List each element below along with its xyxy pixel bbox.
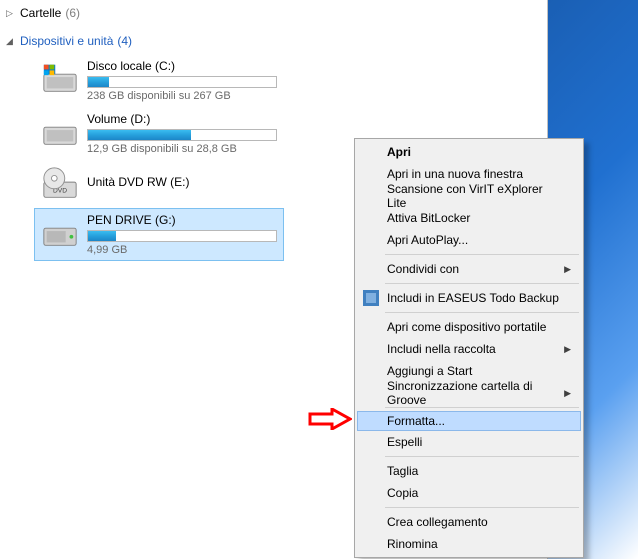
menu-share-with[interactable]: Condividi con▶ bbox=[357, 258, 581, 280]
menu-bitlocker[interactable]: Attiva BitLocker bbox=[357, 207, 581, 229]
menu-format[interactable]: Formatta... bbox=[357, 411, 581, 431]
group-devices-count: (4) bbox=[117, 34, 132, 48]
menu-virit-scan[interactable]: Scansione con VirIT eXplorer Lite bbox=[357, 185, 581, 207]
drive-d[interactable]: Volume (D:) 12,9 GB disponibili su 28,8 … bbox=[34, 107, 284, 160]
red-arrow-annotation bbox=[308, 408, 352, 430]
group-folders-label: Cartelle bbox=[20, 6, 61, 20]
group-devices[interactable]: ◢ Dispositivi e unità (4) bbox=[6, 32, 541, 50]
menu-open-portable[interactable]: Apri come dispositivo portatile bbox=[357, 316, 581, 338]
easeus-icon bbox=[363, 290, 379, 306]
menu-open[interactable]: Apri bbox=[357, 141, 581, 163]
dvd-icon: DVD bbox=[41, 165, 79, 203]
submenu-arrow-icon: ▶ bbox=[564, 344, 571, 355]
drive-c[interactable]: Disco locale (C:) 238 GB disponibili su … bbox=[34, 54, 284, 107]
menu-easeus-backup[interactable]: Includi in EASEUS Todo Backup bbox=[357, 287, 581, 309]
drive-g-bar bbox=[87, 230, 277, 242]
drive-dvd-name: Unità DVD RW (E:) bbox=[87, 175, 277, 189]
submenu-arrow-icon: ▶ bbox=[564, 388, 571, 399]
drive-d-bar bbox=[87, 129, 277, 141]
menu-autoplay[interactable]: Apri AutoPlay... bbox=[357, 229, 581, 251]
drive-c-name: Disco locale (C:) bbox=[87, 59, 277, 73]
menu-groove-sync[interactable]: Sincronizzazione cartella di Groove▶ bbox=[357, 382, 581, 404]
menu-cut[interactable]: Taglia bbox=[357, 460, 581, 482]
chevron-right-icon: ▷ bbox=[6, 8, 16, 19]
menu-separator bbox=[385, 507, 579, 508]
menu-separator bbox=[385, 407, 579, 408]
drive-g-sub: 4,99 GB bbox=[87, 244, 277, 256]
drive-g[interactable]: PEN DRIVE (G:) 4,99 GB bbox=[34, 208, 284, 261]
menu-eject[interactable]: Espelli bbox=[357, 431, 581, 453]
group-folders[interactable]: ▷ Cartelle (6) bbox=[6, 4, 541, 22]
menu-separator bbox=[385, 283, 579, 284]
menu-separator bbox=[385, 312, 579, 313]
hdd-icon bbox=[41, 59, 79, 97]
drive-d-name: Volume (D:) bbox=[87, 112, 277, 126]
menu-copy[interactable]: Copia bbox=[357, 482, 581, 504]
drive-c-bar bbox=[87, 76, 277, 88]
removable-drive-icon bbox=[41, 213, 79, 251]
menu-include-library[interactable]: Includi nella raccolta▶ bbox=[357, 338, 581, 360]
group-folders-count: (6) bbox=[65, 6, 80, 20]
menu-rename[interactable]: Rinomina bbox=[357, 533, 581, 555]
menu-create-shortcut[interactable]: Crea collegamento bbox=[357, 511, 581, 533]
submenu-arrow-icon: ▶ bbox=[564, 264, 571, 275]
menu-separator bbox=[385, 456, 579, 457]
drive-c-sub: 238 GB disponibili su 267 GB bbox=[87, 90, 277, 102]
menu-separator bbox=[385, 254, 579, 255]
chevron-down-icon: ◢ bbox=[6, 36, 16, 47]
drive-g-name: PEN DRIVE (G:) bbox=[87, 213, 277, 227]
group-devices-label: Dispositivi e unità bbox=[20, 34, 113, 48]
drive-d-sub: 12,9 GB disponibili su 28,8 GB bbox=[87, 143, 277, 155]
drive-dvd[interactable]: DVD Unità DVD RW (E:) bbox=[34, 160, 284, 208]
hdd-icon bbox=[41, 112, 79, 150]
context-menu: Apri Apri in una nuova finestra Scansion… bbox=[354, 138, 584, 558]
